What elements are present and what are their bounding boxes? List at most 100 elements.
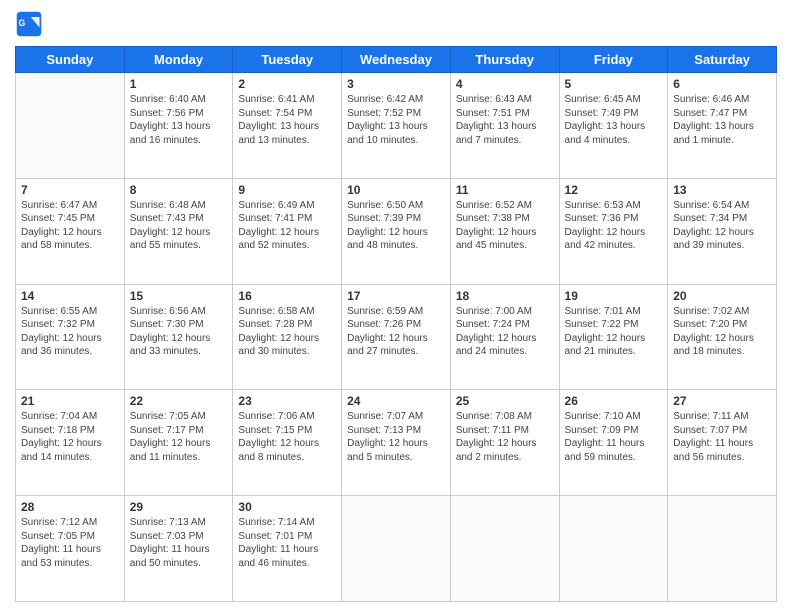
calendar-header-row: SundayMondayTuesdayWednesdayThursdayFrid… — [16, 47, 777, 73]
day-number: 1 — [130, 77, 228, 91]
cell-details: Sunrise: 7:05 AMSunset: 7:17 PMDaylight:… — [130, 410, 228, 464]
calendar-cell: 27 Sunrise: 7:11 AMSunset: 7:07 PMDayligh… — [668, 390, 777, 496]
cell-details: Sunrise: 6:45 AMSunset: 7:49 PMDaylight:… — [565, 93, 663, 147]
logo: G — [15, 10, 47, 38]
day-number: 27 — [673, 394, 771, 408]
cell-details: Sunrise: 6:47 AMSunset: 7:45 PMDaylight:… — [21, 199, 119, 253]
calendar-cell: 5 Sunrise: 6:45 AMSunset: 7:49 PMDaylight… — [559, 73, 668, 179]
day-number: 28 — [21, 500, 119, 514]
calendar-cell: 24 Sunrise: 7:07 AMSunset: 7:13 PMDayligh… — [342, 390, 451, 496]
day-number: 7 — [21, 183, 119, 197]
calendar-cell — [342, 496, 451, 602]
cell-details: Sunrise: 6:46 AMSunset: 7:47 PMDaylight:… — [673, 93, 771, 147]
calendar-cell: 1 Sunrise: 6:40 AMSunset: 7:56 PMDaylight… — [124, 73, 233, 179]
day-number: 17 — [347, 289, 445, 303]
calendar-col-thursday: Thursday — [450, 47, 559, 73]
day-number: 12 — [565, 183, 663, 197]
svg-text:G: G — [19, 18, 26, 28]
calendar-col-monday: Monday — [124, 47, 233, 73]
cell-details: Sunrise: 6:41 AMSunset: 7:54 PMDaylight:… — [238, 93, 336, 147]
calendar-cell: 20Sunrise: 7:02 AMSunset: 7:20 PMDayligh… — [668, 284, 777, 390]
cell-details: Sunrise: 6:53 AMSunset: 7:36 PMDaylight:… — [565, 199, 663, 253]
calendar-cell: 14 Sunrise: 6:55 AMSunset: 7:32 PMDayligh… — [16, 284, 125, 390]
cell-details: Sunrise: 7:07 AMSunset: 7:13 PMDaylight:… — [347, 410, 445, 464]
day-number: 29 — [130, 500, 228, 514]
cell-details: Sunrise: 6:52 AMSunset: 7:38 PMDaylight:… — [456, 199, 554, 253]
calendar-cell — [450, 496, 559, 602]
cell-details: Sunrise: 6:42 AMSunset: 7:52 PMDaylight:… — [347, 93, 445, 147]
cell-details: Sunrise: 6:50 AMSunset: 7:39 PMDaylight:… — [347, 199, 445, 253]
cell-details: Sunrise: 6:43 AMSunset: 7:51 PMDaylight:… — [456, 93, 554, 147]
header: G — [15, 10, 777, 38]
calendar-cell: 4 Sunrise: 6:43 AMSunset: 7:51 PMDaylight… — [450, 73, 559, 179]
cell-details: Sunrise: 6:54 AMSunset: 7:34 PMDaylight:… — [673, 199, 771, 253]
day-number: 23 — [238, 394, 336, 408]
calendar-cell: 23Sunrise: 7:06 AMSunset: 7:15 PMDayligh… — [233, 390, 342, 496]
day-number: 22 — [130, 394, 228, 408]
day-number: 9 — [238, 183, 336, 197]
calendar-col-sunday: Sunday — [16, 47, 125, 73]
cell-details: Sunrise: 6:49 AMSunset: 7:41 PMDaylight:… — [238, 199, 336, 253]
cell-details: Sunrise: 6:59 AMSunset: 7:26 PMDaylight:… — [347, 305, 445, 359]
cell-details: Sunrise: 7:01 AMSunset: 7:22 PMDaylight:… — [565, 305, 663, 359]
day-number: 8 — [130, 183, 228, 197]
calendar-cell: 13 Sunrise: 6:54 AMSunset: 7:34 PMDayligh… — [668, 178, 777, 284]
calendar-cell: 9 Sunrise: 6:49 AMSunset: 7:41 PMDaylight… — [233, 178, 342, 284]
calendar-table: SundayMondayTuesdayWednesdayThursdayFrid… — [15, 46, 777, 602]
day-number: 16 — [238, 289, 336, 303]
calendar-cell: 21 Sunrise: 7:04 AMSunset: 7:18 PMDayligh… — [16, 390, 125, 496]
calendar-cell: 16 Sunrise: 6:58 AMSunset: 7:28 PMDayligh… — [233, 284, 342, 390]
calendar-cell: 12 Sunrise: 6:53 AMSunset: 7:36 PMDayligh… — [559, 178, 668, 284]
logo-icon: G — [15, 10, 43, 38]
calendar-cell — [668, 496, 777, 602]
calendar-cell: 22 Sunrise: 7:05 AMSunset: 7:17 PMDayligh… — [124, 390, 233, 496]
calendar-week-2: 7 Sunrise: 6:47 AMSunset: 7:45 PMDaylight… — [16, 178, 777, 284]
cell-details: Sunrise: 7:13 AMSunset: 7:03 PMDaylight:… — [130, 516, 228, 570]
day-number: 19 — [565, 289, 663, 303]
page-container: G SundayMondayTuesdayWednesdayThursdayFr… — [0, 0, 792, 612]
calendar-cell — [16, 73, 125, 179]
day-number: 26 — [565, 394, 663, 408]
day-number: 4 — [456, 77, 554, 91]
day-number: 2 — [238, 77, 336, 91]
calendar-col-friday: Friday — [559, 47, 668, 73]
calendar-cell: 25Sunrise: 7:08 AMSunset: 7:11 PMDayligh… — [450, 390, 559, 496]
cell-details: Sunrise: 6:40 AMSunset: 7:56 PMDaylight:… — [130, 93, 228, 147]
calendar-cell: 11Sunrise: 6:52 AMSunset: 7:38 PMDayligh… — [450, 178, 559, 284]
cell-details: Sunrise: 7:02 AMSunset: 7:20 PMDaylight:… — [673, 305, 771, 359]
cell-details: Sunrise: 7:14 AMSunset: 7:01 PMDaylight:… — [238, 516, 336, 570]
cell-details: Sunrise: 6:58 AMSunset: 7:28 PMDaylight:… — [238, 305, 336, 359]
day-number: 14 — [21, 289, 119, 303]
day-number: 10 — [347, 183, 445, 197]
cell-details: Sunrise: 7:00 AMSunset: 7:24 PMDaylight:… — [456, 305, 554, 359]
cell-details: Sunrise: 7:11 AMSunset: 7:07 PMDaylight:… — [673, 410, 771, 464]
day-number: 6 — [673, 77, 771, 91]
day-number: 18 — [456, 289, 554, 303]
calendar-cell: 2 Sunrise: 6:41 AMSunset: 7:54 PMDaylight… — [233, 73, 342, 179]
calendar-cell: 18 Sunrise: 7:00 AMSunset: 7:24 PMDayligh… — [450, 284, 559, 390]
calendar-week-4: 21 Sunrise: 7:04 AMSunset: 7:18 PMDayligh… — [16, 390, 777, 496]
cell-details: Sunrise: 7:12 AMSunset: 7:05 PMDaylight:… — [21, 516, 119, 570]
cell-details: Sunrise: 7:04 AMSunset: 7:18 PMDaylight:… — [21, 410, 119, 464]
cell-details: Sunrise: 6:55 AMSunset: 7:32 PMDaylight:… — [21, 305, 119, 359]
day-number: 13 — [673, 183, 771, 197]
calendar-cell: 8 Sunrise: 6:48 AMSunset: 7:43 PMDaylight… — [124, 178, 233, 284]
calendar-col-wednesday: Wednesday — [342, 47, 451, 73]
calendar-cell: 19 Sunrise: 7:01 AMSunset: 7:22 PMDayligh… — [559, 284, 668, 390]
day-number: 30 — [238, 500, 336, 514]
cell-details: Sunrise: 6:48 AMSunset: 7:43 PMDaylight:… — [130, 199, 228, 253]
day-number: 15 — [130, 289, 228, 303]
day-number: 25 — [456, 394, 554, 408]
calendar-cell: 6 Sunrise: 6:46 AMSunset: 7:47 PMDaylight… — [668, 73, 777, 179]
day-number: 5 — [565, 77, 663, 91]
calendar-cell: 30 Sunrise: 7:14 AMSunset: 7:01 PMDayligh… — [233, 496, 342, 602]
calendar-cell: 7 Sunrise: 6:47 AMSunset: 7:45 PMDaylight… — [16, 178, 125, 284]
day-number: 3 — [347, 77, 445, 91]
calendar-week-1: 1 Sunrise: 6:40 AMSunset: 7:56 PMDaylight… — [16, 73, 777, 179]
day-number: 21 — [21, 394, 119, 408]
day-number: 24 — [347, 394, 445, 408]
cell-details: Sunrise: 6:56 AMSunset: 7:30 PMDaylight:… — [130, 305, 228, 359]
calendar-cell: 10 Sunrise: 6:50 AMSunset: 7:39 PMDayligh… — [342, 178, 451, 284]
cell-details: Sunrise: 7:10 AMSunset: 7:09 PMDaylight:… — [565, 410, 663, 464]
calendar-cell: 28 Sunrise: 7:12 AMSunset: 7:05 PMDayligh… — [16, 496, 125, 602]
